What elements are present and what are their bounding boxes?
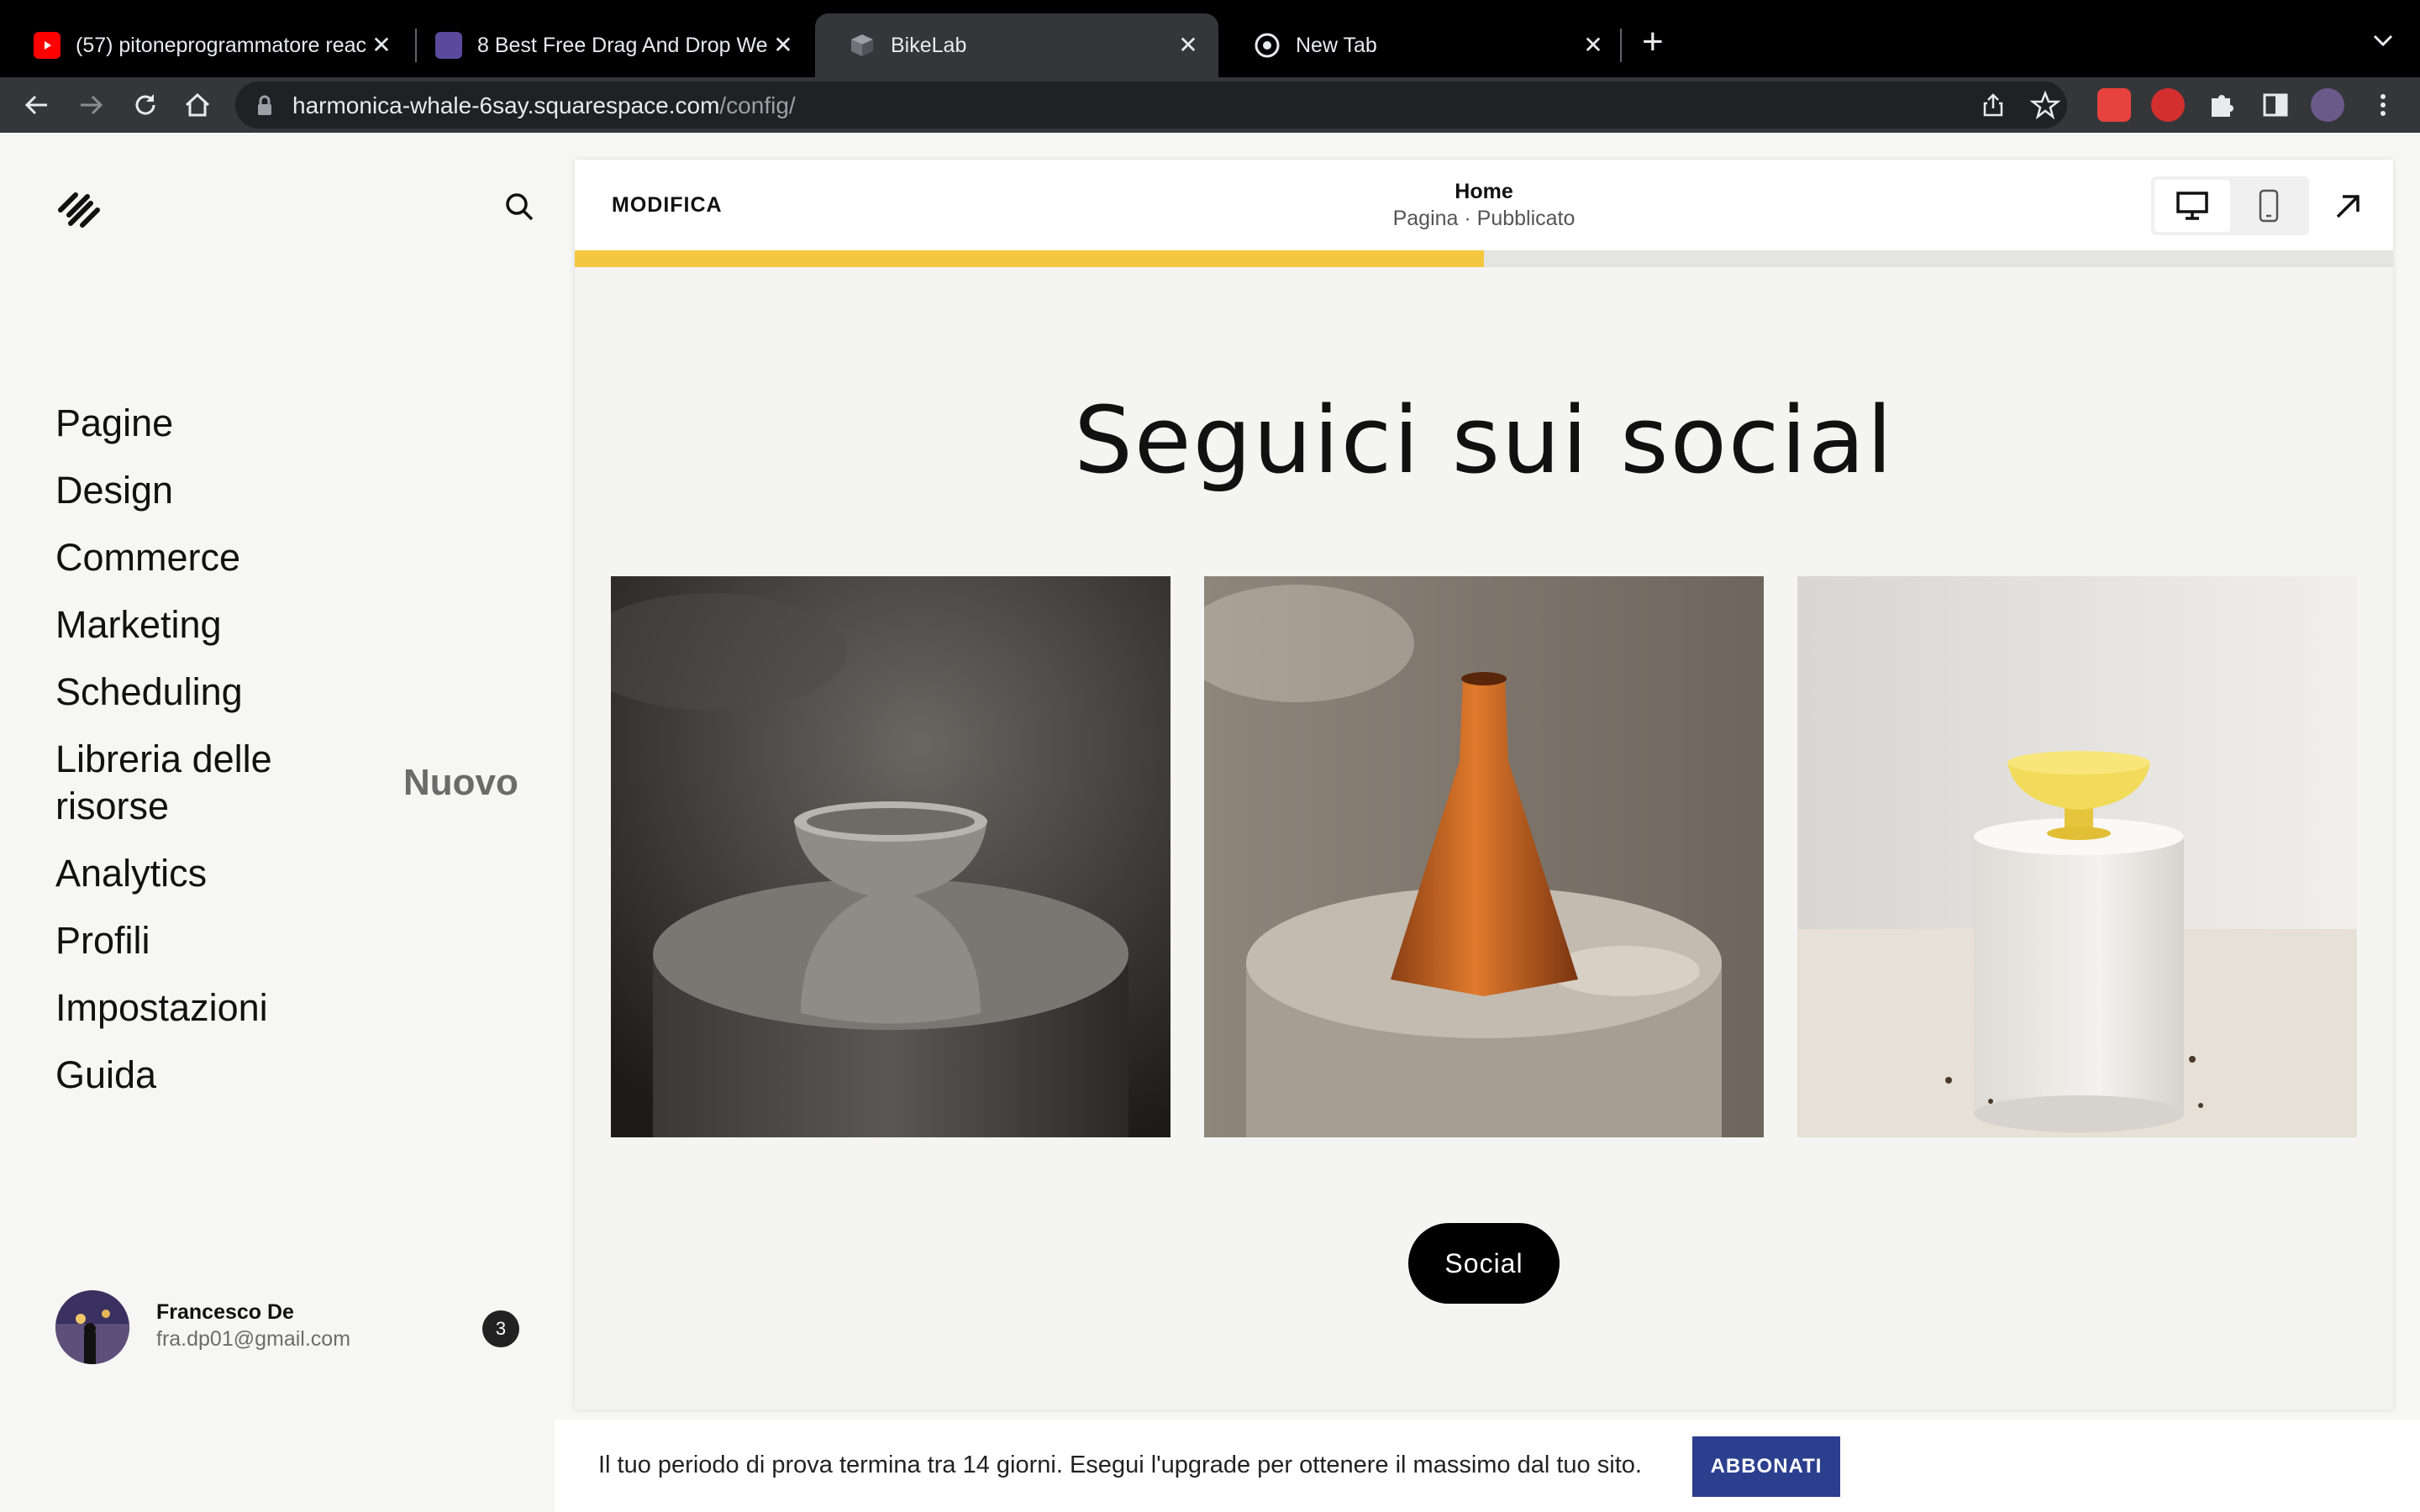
share-icon[interactable] xyxy=(1978,90,2008,120)
tab-title: (57) pitoneprogrammatore reac xyxy=(76,33,366,57)
user-account[interactable]: Francesco De fra.dp01@gmail.com 3 xyxy=(55,1290,526,1366)
squarespace-logo-icon[interactable] xyxy=(54,185,104,235)
desktop-preview-icon[interactable] xyxy=(2154,180,2230,232)
browser-menu-icon[interactable] xyxy=(2366,88,2400,122)
sidebar-item-impostazioni[interactable]: Impostazioni xyxy=(55,984,526,1032)
tab-bikelab[interactable]: BikeLab ✕ xyxy=(815,13,1218,77)
tab-title: New Tab xyxy=(1296,33,1377,57)
sidebar-item-profili[interactable]: Profili xyxy=(55,917,526,964)
sidebar-item-marketing[interactable]: Marketing xyxy=(55,601,526,648)
subscribe-button[interactable]: ABBONATI xyxy=(1692,1436,1840,1497)
colorlib-icon xyxy=(435,32,462,59)
tab-close-icon[interactable]: ✕ xyxy=(770,32,797,59)
tab-close-icon[interactable]: ✕ xyxy=(1580,32,1607,59)
tab-close-icon[interactable]: ✕ xyxy=(1175,32,1202,59)
tab-new-tab[interactable]: New Tab ✕ xyxy=(1220,13,1623,77)
sidebar-item-commerce[interactable]: Commerce xyxy=(55,534,526,581)
gallery-image-yellow-bowl[interactable] xyxy=(1797,576,2357,1137)
extensions-puzzle-icon[interactable] xyxy=(2205,88,2238,122)
social-button[interactable]: Social xyxy=(1408,1223,1560,1304)
youtube-icon xyxy=(34,32,60,59)
sidebar-item-guida[interactable]: Guida xyxy=(55,1052,526,1099)
tab-search-chevron-icon[interactable] xyxy=(2366,24,2400,57)
sidebar: Pagine Design Commerce Marketing Schedul… xyxy=(0,133,555,1512)
squarespace-cube-icon xyxy=(849,32,876,59)
new-tab-button[interactable]: + xyxy=(1642,22,1664,62)
user-name: Francesco De xyxy=(156,1300,294,1324)
device-preview-toggle xyxy=(2151,176,2309,235)
back-arrow-icon[interactable] xyxy=(18,87,54,123)
sidebar-item-analytics[interactable]: Analytics xyxy=(55,850,526,897)
editor-frame: MODIFICA Home Pagina · Pubblicato Seguic… xyxy=(575,160,2393,1410)
gallery-image-orange-vase[interactable] xyxy=(1204,576,1764,1137)
section-headline[interactable]: Seguici sui social xyxy=(575,386,2393,494)
search-icon[interactable] xyxy=(502,190,536,223)
page-status: Pagina · Pubblicato xyxy=(1392,207,1576,230)
tab-title: 8 Best Free Drag And Drop We xyxy=(477,33,768,57)
progress-fill xyxy=(575,250,1484,267)
tab-title: BikeLab xyxy=(891,33,967,57)
tab-youtube[interactable]: (57) pitoneprogrammatore reac ✕ xyxy=(0,13,412,77)
sidebar-item-label: Libreria delle risorse xyxy=(55,738,272,827)
home-icon[interactable] xyxy=(180,87,215,123)
url-path: /config/ xyxy=(719,92,796,118)
side-panel-icon[interactable] xyxy=(2259,88,2292,122)
forward-arrow-icon[interactable] xyxy=(74,87,109,123)
url-host: harmonica-whale-6say.squarespace.com xyxy=(292,92,720,118)
notification-count-badge[interactable]: 3 xyxy=(482,1310,519,1347)
sidebar-item-libreria-risorse[interactable]: Libreria delle risorse Nuovo xyxy=(55,736,526,830)
sidebar-nav: Pagine Design Commerce Marketing Schedul… xyxy=(55,400,526,1119)
avatar[interactable] xyxy=(55,1290,129,1364)
tab-divider xyxy=(1620,29,1622,62)
profile-avatar-icon[interactable] xyxy=(2311,88,2344,122)
extension-hand-icon[interactable] xyxy=(2151,88,2185,122)
address-bar[interactable]: harmonica-whale-6say.squarespace.com/con… xyxy=(235,81,2067,129)
page-title: Home xyxy=(1455,180,1513,203)
trial-message: Il tuo periodo di prova termina tra 14 g… xyxy=(598,1452,1642,1478)
new-badge: Nuovo xyxy=(403,762,518,803)
open-external-arrow-icon[interactable] xyxy=(2331,190,2365,223)
tab-colorlib[interactable]: 8 Best Free Drag And Drop We ✕ xyxy=(402,13,813,77)
browser-toolbar: harmonica-whale-6say.squarespace.com/con… xyxy=(0,77,2420,133)
sidebar-item-pagine[interactable]: Pagine xyxy=(55,400,526,447)
chrome-icon xyxy=(1254,32,1281,59)
reload-icon[interactable] xyxy=(128,87,163,123)
sidebar-item-design[interactable]: Design xyxy=(55,467,526,514)
trial-banner: Il tuo periodo di prova termina tra 14 g… xyxy=(555,1420,2420,1512)
gallery-image-dark-vase[interactable] xyxy=(611,576,1171,1137)
editor-header: MODIFICA Home Pagina · Pubblicato xyxy=(575,160,2393,250)
lock-icon xyxy=(255,95,274,121)
mobile-preview-icon[interactable] xyxy=(2232,180,2306,232)
tab-close-icon[interactable]: ✕ xyxy=(368,32,395,59)
sidebar-item-scheduling[interactable]: Scheduling xyxy=(55,669,526,716)
browser-tab-bar: (57) pitoneprogrammatore reac ✕ 8 Best F… xyxy=(0,0,2420,77)
extension-grid-icon[interactable] xyxy=(2097,88,2131,122)
url-text[interactable]: harmonica-whale-6say.squarespace.com/con… xyxy=(292,92,796,119)
user-email: fra.dp01@gmail.com xyxy=(156,1327,351,1351)
publish-progress-bar xyxy=(575,250,2393,267)
bookmark-star-icon[interactable] xyxy=(2029,90,2061,120)
